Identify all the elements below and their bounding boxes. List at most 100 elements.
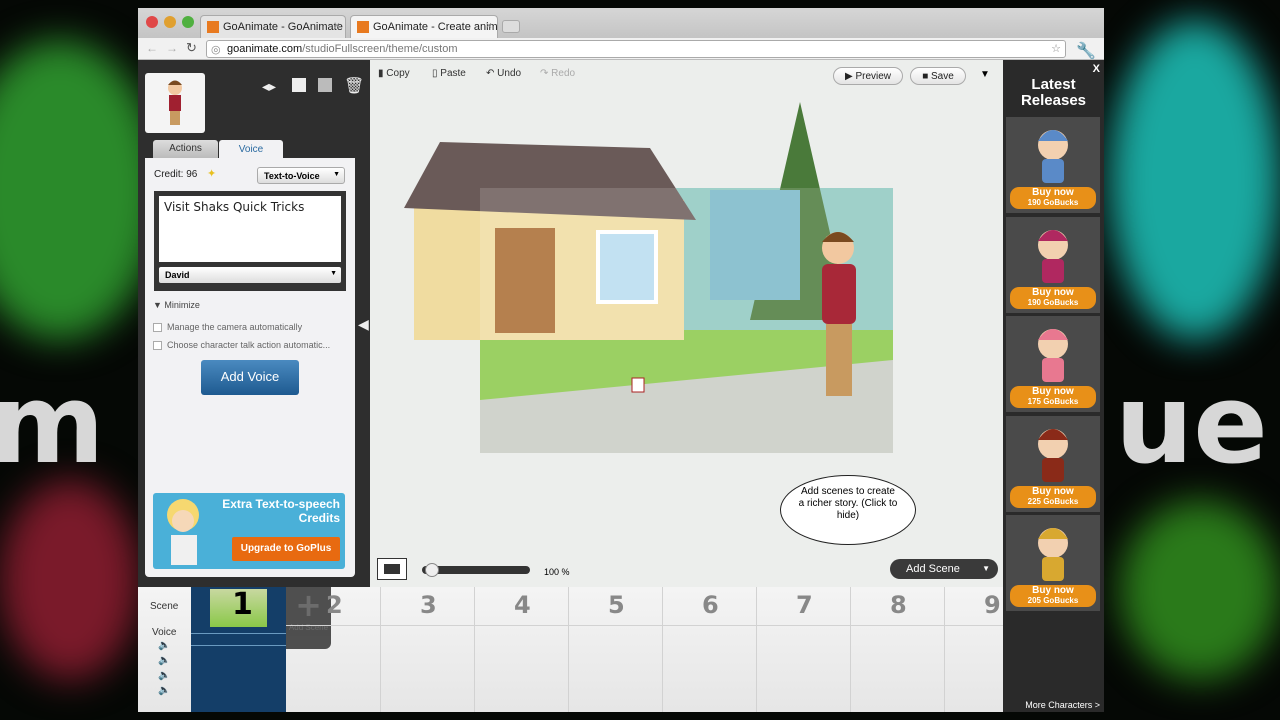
paste-button[interactable]: ▯ Paste	[432, 68, 466, 79]
credit-label: Credit: 96	[154, 169, 198, 180]
character-avatar	[1038, 130, 1068, 183]
bg-text-left: m	[0, 360, 105, 488]
speech-text-input[interactable]: Visit Shaks Quick Tricks	[159, 196, 341, 262]
hint-bubble[interactable]: Add scenes to create a richer story. (Cl…	[780, 475, 916, 545]
speaker-icon[interactable]: 🔈	[158, 685, 170, 696]
buy-now-button[interactable]: Buy now 225 GoBucks	[1010, 485, 1096, 508]
reload-icon[interactable]: ↻	[186, 40, 197, 56]
send-back-icon[interactable]	[318, 78, 332, 92]
character-card[interactable]: Buy now 190 GoBucks	[1006, 117, 1100, 213]
back-icon[interactable]: ←	[146, 41, 158, 55]
option-camera[interactable]: Manage the camera automatically	[153, 322, 302, 333]
speaker-icon[interactable]: 🔈	[158, 670, 170, 681]
forward-icon[interactable]: →	[166, 41, 178, 55]
timeline: Scene Voice 🔈 🔈 🔈 🔈 1 + Add Scene 2 3 4 5 6 7 8…	[138, 587, 1039, 712]
buy-now-button[interactable]: Buy now 190 GoBucks	[1010, 187, 1096, 209]
character-card[interactable]: Buy now 175 GoBucks	[1006, 316, 1100, 412]
browser-tab-active[interactable]: GoAnimate - Create animati ×	[350, 15, 498, 38]
add-scene-ghost[interactable]: + Add Scene	[286, 587, 331, 649]
zoom-slider[interactable]	[422, 563, 530, 577]
scene-slot-number[interactable]: 9	[984, 591, 1001, 619]
scene-slot-number[interactable]: 8	[890, 591, 907, 619]
upgrade-button[interactable]: Upgrade to GoPlus	[232, 537, 340, 561]
url-input[interactable]: ◎ goanimate.com/studioFullscreen/theme/cu…	[206, 40, 1066, 58]
play-icon: ▶	[844, 71, 856, 82]
more-characters-link[interactable]: More Characters >	[1025, 700, 1100, 710]
checkbox[interactable]	[153, 323, 162, 333]
scene-slot-number[interactable]: 2	[326, 591, 343, 619]
minimize-toggle[interactable]: ▼ Minimize	[153, 300, 200, 310]
scene-canvas[interactable]	[400, 100, 900, 460]
close-window-button[interactable]	[146, 16, 158, 28]
scene-slot-number[interactable]: 6	[702, 591, 719, 619]
triangle-down-icon: ▼	[153, 300, 165, 310]
address-bar: ← → ↻ ◎ goanimate.com/studioFullscreen/th…	[138, 38, 1104, 60]
scene-divider	[944, 587, 945, 712]
buy-now-button[interactable]: Buy now 175 GoBucks	[1010, 386, 1096, 408]
chevron-down-icon: ▼	[333, 171, 340, 178]
scene-slot-number[interactable]: 5	[608, 591, 625, 619]
collapse-panel-icon[interactable]: ◀	[358, 316, 369, 333]
checkbox[interactable]	[153, 341, 162, 351]
voice-row-label: Voice	[152, 627, 177, 638]
zoom-slider-handle[interactable]	[424, 563, 439, 577]
chevron-down-icon[interactable]: ▼	[982, 564, 990, 573]
add-voice-button[interactable]: Add Voice	[201, 360, 299, 395]
buy-now-button[interactable]: Buy now 190 GoBucks	[1010, 286, 1096, 309]
tab-bar: GoAnimate - GoAnimate The× GoAnimate - C…	[138, 8, 1104, 38]
promo-banner[interactable]: Extra Text-to-speech Credits Upgrade to …	[153, 493, 345, 569]
add-scene-button[interactable]: Add Scene ▼	[890, 559, 998, 579]
speech-box: Visit Shaks Quick Tricks David ▼	[154, 191, 346, 291]
credit-star-icon[interactable]: ✦	[207, 167, 216, 180]
buy-now-button[interactable]: Buy now 205 GoBucks	[1010, 585, 1096, 607]
latest-releases-sidebar: X Latest Releases Buy now 190 GoBucks Buy …	[1003, 60, 1104, 712]
scene-slot-number[interactable]: 4	[514, 591, 531, 619]
preview-button[interactable]: ▶ Preview	[833, 67, 903, 85]
undo-button[interactable]: ↶ Undo	[486, 68, 521, 79]
close-sidebar-button[interactable]: X	[1093, 63, 1100, 75]
camera-view-button[interactable]	[377, 558, 407, 580]
character-card[interactable]: Buy now 205 GoBucks	[1006, 515, 1100, 611]
bg-text-right: ue	[1115, 360, 1268, 488]
scene-1-thumbnail[interactable]: 1	[210, 587, 267, 627]
bookmark-star-icon[interactable]: ☆	[1051, 42, 1061, 55]
voice-name-select[interactable]: David ▼	[159, 267, 341, 283]
scene-divider	[662, 587, 663, 712]
scene-slot-number[interactable]: 7	[796, 591, 813, 619]
character-card[interactable]: Buy now 225 GoBucks	[1006, 415, 1100, 512]
wrench-icon[interactable]: 🔧	[1076, 41, 1096, 61]
voice-panel: Voice Credit: 96 ✦ Text-to-Voice ▼ Visit …	[145, 140, 355, 577]
tab-actions[interactable]: Actions	[153, 140, 218, 158]
scene-1-column[interactable]: 1	[191, 587, 286, 712]
character-avatar	[1038, 528, 1068, 581]
minimize-window-button[interactable]	[164, 16, 176, 28]
favicon-icon	[207, 21, 219, 33]
bring-front-icon[interactable]	[292, 78, 306, 92]
close-tab-icon[interactable]: ×	[486, 20, 492, 32]
speaker-icon[interactable]: 🔈	[158, 655, 170, 666]
character-thumbnail[interactable]	[145, 73, 205, 133]
flip-icon[interactable]: ◂▸	[262, 78, 276, 95]
save-button[interactable]: ■ Save	[910, 67, 966, 85]
character-card[interactable]: Buy now 190 GoBucks	[1006, 216, 1100, 313]
zoom-window-button[interactable]	[182, 16, 194, 28]
speaker-icon[interactable]: 🔈	[158, 640, 170, 651]
tab-voice[interactable]: Voice	[219, 140, 283, 160]
option-talk-action[interactable]: Choose character talk action automatic..…	[153, 340, 330, 351]
scene-divider	[756, 587, 757, 712]
character-avatar	[1038, 329, 1068, 382]
bg-splatter	[0, 480, 140, 680]
menu-chevron-icon[interactable]: ▼	[980, 69, 990, 80]
browser-tab[interactable]: GoAnimate - GoAnimate The×	[200, 15, 346, 38]
redo-button[interactable]: ↷ Redo	[540, 68, 575, 79]
sidebar-title: Latest Releases	[1020, 76, 1087, 109]
close-tab-icon[interactable]: ×	[334, 20, 340, 32]
copy-button[interactable]: ▮ Copy	[378, 68, 410, 79]
scene-slot-number[interactable]: 3	[420, 591, 437, 619]
favicon-icon	[357, 21, 369, 33]
trash-icon[interactable]: 🗑	[344, 76, 364, 96]
voice-mode-select[interactable]: Text-to-Voice ▼	[257, 167, 345, 184]
browser-window: GoAnimate - GoAnimate The× GoAnimate - C…	[138, 8, 1104, 712]
redo-icon: ↷	[540, 68, 552, 79]
new-tab-button[interactable]	[502, 20, 520, 33]
